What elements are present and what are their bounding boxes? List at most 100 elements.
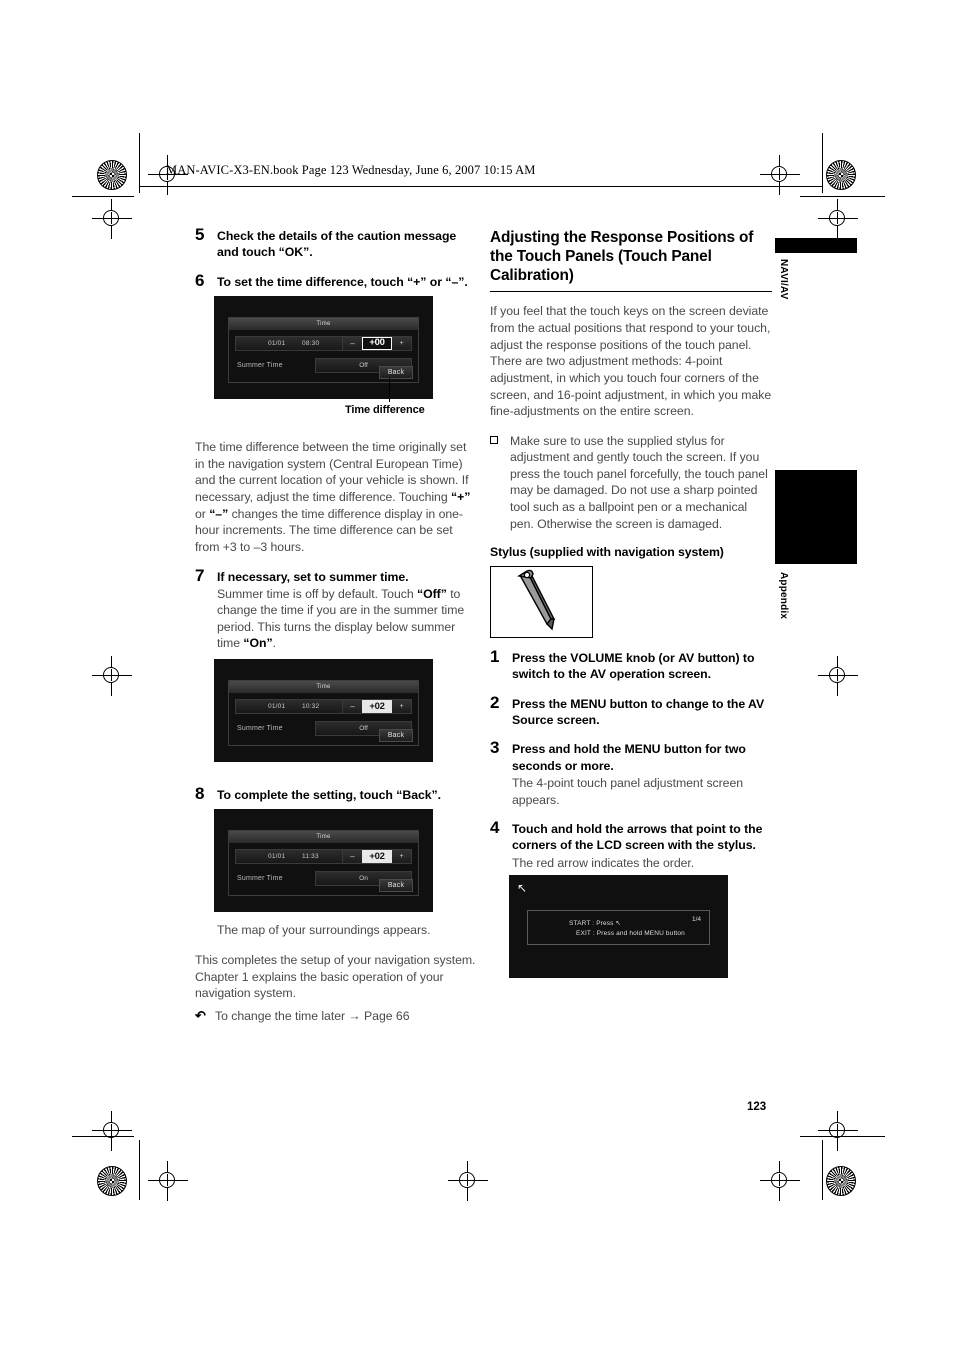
cross-reference-change-time: ↶ To change the time later → Page 66 [195, 1007, 477, 1023]
registration-rosette-top-left [97, 160, 127, 190]
calibration-step-counter: 1/4 [691, 916, 701, 924]
callout-label: Time difference [345, 404, 425, 417]
registration-target-right-lower [818, 1111, 858, 1151]
crop-mark-bottom-left-vertical [139, 1140, 140, 1200]
stylus-icon [517, 569, 556, 631]
step-5-title: Check the details of the caution message… [217, 229, 457, 260]
calibration-corner-arrow-icon[interactable]: ↖ [517, 882, 527, 894]
step-3-number: 3 [490, 738, 500, 758]
step-7-title: If necessary, set to summer time. [217, 569, 409, 584]
step-6-number: 6 [195, 270, 205, 290]
screen3-title: Time [229, 831, 418, 844]
manual-page: MAN-AVIC-X3-EN.book Page 123 Wednesday, … [0, 0, 954, 1351]
screen2-back-button[interactable]: Back [379, 728, 413, 742]
step-5-number: 5 [195, 225, 205, 244]
screen1-offset-stepper[interactable]: – +00 + [342, 336, 412, 352]
step-2-title: Press the MENU button to change to the A… [512, 696, 765, 728]
reference-arrow-icon: ↶ [195, 1007, 206, 1023]
step-1-number: 1 [490, 647, 500, 667]
time-settings-panel: Time 01/01 10:32 – +02 + Summer Time Off [228, 679, 419, 746]
header-rule [139, 186, 823, 187]
caution-note-text: Make sure to use the supplied stylus for… [510, 433, 768, 531]
device-screen-time-plus00: Time 01/01 08:30 – +00 + Summer Time Off [214, 296, 433, 400]
paragraph-setup-complete: This completes the setup of your navigat… [195, 952, 476, 1001]
step-3-title: Press and hold the MENU button for two s… [512, 742, 746, 773]
step-7-body: Summer time is off by default. Touch “Of… [217, 586, 465, 651]
registration-target-top-right [760, 155, 800, 195]
screen1-time-row: 01/01 08:30 – +00 + [235, 336, 412, 352]
device-screen-time-plus02-off: Time 01/01 10:32 – +02 + Summer Time Off [214, 658, 433, 762]
step-3: 3 Press and hold the MENU button for two… [490, 738, 772, 808]
step-4-number: 4 [490, 818, 500, 838]
screen2-offset-stepper[interactable]: – +02 + [342, 698, 412, 714]
screen3-datetime-field: 01/01 11:33 [235, 849, 351, 865]
screen3-back-button[interactable]: Back [379, 879, 413, 893]
crop-mark-top-left-vertical [139, 133, 140, 193]
step-5: 5 Check the details of the caution messa… [195, 225, 477, 261]
screen3-summer-time-label: Summer Time [237, 875, 283, 883]
crop-mark-right-bottom-horizontal [800, 1136, 885, 1137]
registration-rosette-top-right [826, 160, 856, 190]
registration-target-right-middle [818, 656, 858, 696]
step-4: 4 Touch and hold the arrows that point t… [490, 818, 772, 871]
screen3-date: 01/01 [268, 853, 286, 861]
thumb-tab-block-appendix [775, 470, 857, 564]
step-1-title: Press the VOLUME knob (or AV button) to … [512, 651, 755, 682]
screen1-summer-time-label: Summer Time [237, 362, 283, 370]
step-1: 1 Press the VOLUME knob (or AV button) t… [490, 647, 772, 683]
crop-mark-top-right-vertical [822, 133, 823, 193]
step-7-number: 7 [195, 565, 205, 585]
step-4-body: The red arrow indicates the order. [512, 855, 695, 870]
crop-mark-left-horizontal [72, 196, 134, 197]
step-6-title: To set the time difference, touch “+” or… [217, 274, 468, 289]
paragraph-map-appears: The map of your surroundings appears. [217, 923, 431, 938]
step-2: 2 Press the MENU button to change to the… [490, 692, 772, 729]
screen3-offset-stepper[interactable]: – +02 + [342, 849, 412, 865]
registration-target-bottom-right [760, 1161, 800, 1201]
crop-mark-bottom-right-vertical [822, 1140, 823, 1200]
screen2-minus-button[interactable]: – [344, 700, 361, 713]
screen2-offset-value: +02 [362, 699, 392, 713]
screen2-summer-time-label: Summer Time [237, 724, 283, 732]
screen1-datetime-field: 01/01 08:30 [235, 336, 351, 352]
screen2-datetime-field: 01/01 10:32 [235, 698, 351, 714]
step-6: 6 To set the time difference, touch “+” … [195, 270, 477, 290]
step-2-number: 2 [490, 692, 500, 712]
screen1-title: Time [229, 318, 418, 331]
device-screen-time-plus02-on: Time 01/01 11:33 – +02 + Summer Time On [214, 809, 433, 913]
registration-rosette-bottom-right [826, 1166, 856, 1196]
screen2-plus-button[interactable]: + [393, 700, 410, 713]
screen2-time-row: 01/01 10:32 – +02 + [235, 698, 412, 714]
caution-note: Make sure to use the supplied stylus for… [490, 433, 772, 532]
device-screen-touch-panel-calibration: ↖ START : Press ↖ EXIT : Press and hold … [509, 875, 728, 979]
screen3-minus-button[interactable]: – [344, 850, 361, 863]
step-3-body: The 4-point touch panel adjustment scree… [512, 776, 744, 807]
stylus-subheading: Stylus (supplied with navigation system) [490, 545, 724, 560]
calibration-start-line: START : Press ↖ [569, 920, 622, 928]
registration-target-bottom-center [448, 1161, 488, 1201]
screen3-plus-button[interactable]: + [393, 850, 410, 863]
stylus-illustration [490, 566, 593, 639]
thumb-tab-bar-naviav [775, 238, 857, 253]
cross-reference-text: To change the time later → Page 66 [215, 1008, 410, 1023]
right-column: Adjusting the Response Positions of the … [490, 228, 772, 979]
screen3-time-row: 01/01 11:33 – +02 + [235, 849, 412, 865]
screen1-date: 01/01 [268, 340, 286, 348]
step-7: 7 If necessary, set to summer time. Summ… [195, 565, 477, 652]
step-8-title: To complete the setting, touch “Back”. [217, 787, 442, 802]
paragraph-time-difference: The time difference between the time ori… [195, 440, 471, 554]
calibration-exit-line: EXIT : Press and hold MENU button [576, 930, 685, 938]
section-heading: Adjusting the Response Positions of the … [490, 228, 772, 293]
registration-rosette-bottom-left [97, 1166, 127, 1196]
screen1-plus-button[interactable]: + [393, 337, 410, 350]
screen3-time: 11:33 [302, 853, 319, 861]
thumb-tab-label-appendix: Appendix [778, 572, 789, 620]
registration-target-left-lower [92, 1111, 132, 1151]
screen1-time: 08:30 [302, 340, 320, 348]
screen1-back-button[interactable]: Back [379, 366, 413, 380]
screen2-time: 10:32 [302, 702, 320, 710]
note-square-icon [490, 435, 498, 444]
crop-mark-left-bottom-horizontal [72, 1136, 134, 1137]
screen1-minus-button[interactable]: – [344, 337, 361, 350]
screen1-offset-value: +00 [362, 337, 392, 351]
